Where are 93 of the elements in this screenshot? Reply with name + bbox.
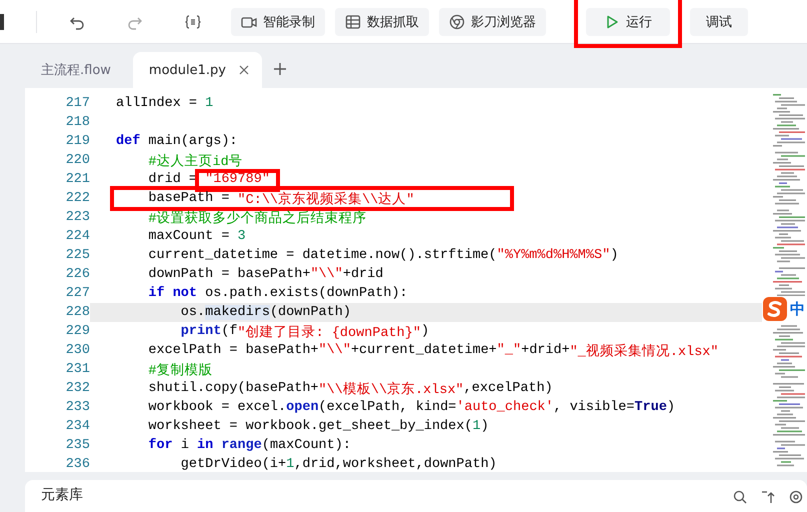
code-token: os. — [180, 305, 206, 320]
code-token: "C:\\京东视频采集\\达人" — [238, 190, 414, 208]
run-button[interactable]: 运行 — [586, 8, 670, 36]
line-number: 220 — [64, 153, 90, 168]
code-token: 3 — [238, 229, 246, 244]
code-comment: #达人主页id号 — [147, 152, 243, 170]
line-number: 230 — [64, 343, 90, 358]
line-number: 235 — [64, 438, 90, 453]
code-token: basePath = — [147, 191, 230, 206]
code-token: current_datetime = datetime.now().strftime( — [147, 248, 497, 263]
code-token: 'auto_check' — [456, 400, 554, 415]
code-token: "\\模板\\京东.xlsx" — [318, 380, 464, 398]
browser-icon — [449, 14, 465, 30]
code-comment: #复制模版 — [147, 362, 213, 378]
code-token: maxCount = — [147, 229, 230, 244]
code-token: "_" — [496, 343, 522, 358]
close-icon[interactable] — [238, 64, 250, 76]
code-token: worksheet = workbook.get_sheet_by_index( — [147, 419, 472, 434]
line-number: 224 — [64, 229, 90, 244]
code-token: (f — [221, 324, 238, 339]
line-number: 219 — [64, 134, 90, 149]
code-token: os.path.exists(downPath): — [204, 286, 408, 301]
settings-icon[interactable] — [789, 490, 803, 504]
code-token: "\\" — [318, 343, 351, 358]
code-token: (maxCount): — [262, 438, 351, 453]
line-number: 232 — [64, 381, 90, 396]
record-button[interactable]: 智能录制 — [231, 8, 325, 36]
line-number: 223 — [64, 210, 90, 225]
code-token: ,drid,worksheet,downPath) — [294, 457, 497, 472]
line-number: 236 — [64, 457, 90, 472]
code-token: shutil.copy(basePath+ — [147, 381, 319, 396]
table-icon — [345, 14, 361, 30]
line-number: 231 — [64, 362, 90, 377]
code-token: ) — [420, 324, 430, 339]
code-token: ) — [666, 400, 676, 415]
code-comment: #设置获取多少个商品之后结束程序 — [147, 210, 367, 226]
code-token: excelPath = basePath+ — [147, 343, 319, 358]
editor-tab[interactable]: 主流程.flow — [25, 52, 127, 88]
code-token: i — [180, 438, 190, 453]
code-token: ) — [610, 248, 618, 263]
line-number: 226 — [64, 267, 90, 282]
code-token: in — [197, 438, 214, 453]
code-token: main(args): — [147, 134, 238, 149]
code-token: (excelPath, kind= — [318, 400, 456, 415]
code-token: "创建了目录: {downPath}" — [238, 324, 421, 340]
debug-button[interactable]: 调试 — [690, 8, 748, 36]
code-token: downPath = basePath+ — [147, 267, 310, 282]
editor-tab[interactable]: module1.py — [132, 52, 262, 88]
code-token: for — [147, 438, 173, 453]
code-token: print — [180, 324, 222, 339]
code-token: "%Y%m%d%H%M%S" — [496, 248, 610, 263]
code-token: +drid+ — [521, 343, 570, 358]
code-token: +drid — [342, 267, 384, 282]
line-number: 228 — [64, 305, 90, 320]
line-number: 225 — [64, 248, 90, 263]
code-token: range — [220, 438, 262, 453]
code-token: "169789" — [205, 172, 270, 187]
code-token: workbook = excel. — [147, 400, 286, 415]
code-token: "\\" — [310, 267, 343, 282]
line-number: 233 — [64, 400, 90, 415]
code-token: "_视频采集情况.xlsx" — [570, 342, 719, 360]
code-token: 1 — [472, 419, 481, 434]
code-token: def — [116, 134, 140, 149]
code-token: +current_datetime+ — [350, 343, 497, 358]
code-token: allIndex = — [116, 96, 198, 111]
code-token: ,excelPath) — [464, 381, 553, 396]
line-number: 229 — [64, 324, 90, 339]
add-tab-icon[interactable] — [274, 63, 286, 75]
search-icon[interactable] — [733, 490, 747, 504]
code-token: (downPath) — [270, 305, 351, 320]
code-token: if — [147, 286, 165, 301]
code-token: , visible= — [554, 400, 635, 415]
code-token: ) — [480, 419, 489, 434]
upload-icon[interactable] — [761, 490, 775, 504]
braces-icon — [185, 14, 201, 30]
code-token: getDrVideo(i+ — [180, 457, 286, 472]
line-number: 222 — [64, 191, 90, 206]
code-token: makedirs — [205, 305, 270, 320]
input-method-icon[interactable] — [762, 296, 788, 322]
panel-title: 元素库 — [41, 487, 83, 504]
code-token: 1 — [205, 96, 214, 111]
code-token: open — [286, 400, 319, 415]
data-capture-button[interactable]: 数据抓取 — [335, 8, 429, 36]
code-token: True — [634, 400, 667, 415]
browser-button[interactable]: 影刀浏览器 — [439, 8, 546, 36]
line-number: 218 — [64, 115, 90, 130]
line-number: 221 — [64, 172, 90, 187]
code-token: not — [172, 286, 198, 301]
line-number: 217 — [64, 96, 90, 111]
code-token: 1 — [286, 457, 294, 472]
line-number: 227 — [64, 286, 90, 301]
line-number: 234 — [64, 419, 90, 434]
input-method-label: 中 — [790, 300, 805, 318]
